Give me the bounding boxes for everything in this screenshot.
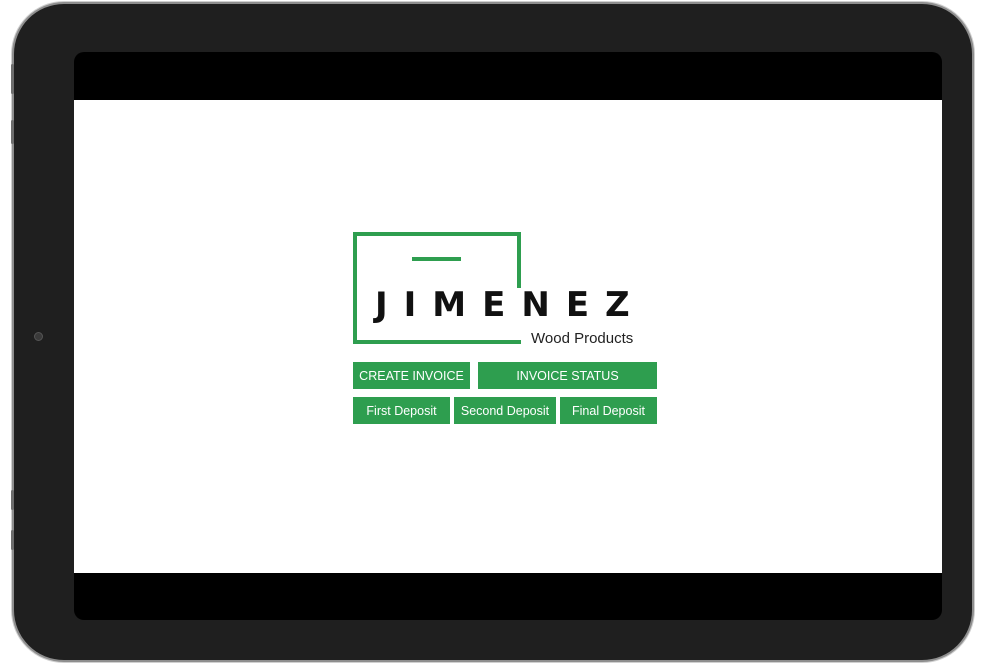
brand-tagline: Wood Products — [531, 330, 634, 347]
logo-frame-bottom — [353, 340, 521, 344]
invoice-status-button[interactable]: INVOICE STATUS — [478, 362, 657, 389]
app-home: JIMENEZ Wood Products CREATE INVOICE INV… — [74, 100, 942, 573]
tablet-device: JIMENEZ Wood Products CREATE INVOICE INV… — [14, 4, 972, 660]
company-logo: JIMENEZ Wood Products — [353, 232, 658, 350]
side-button-lower-1 — [11, 490, 14, 510]
volume-up-button — [11, 64, 14, 94]
volume-down-button — [11, 120, 14, 144]
logo-frame-accent — [412, 257, 461, 261]
side-button-lower-2 — [11, 530, 14, 550]
logo-frame-left — [353, 232, 357, 344]
second-deposit-button[interactable]: Second Deposit — [454, 397, 556, 424]
brand-name: JIMENEZ — [375, 285, 646, 325]
create-invoice-button[interactable]: CREATE INVOICE — [353, 362, 470, 389]
logo-frame-top — [353, 232, 521, 236]
final-deposit-button[interactable]: Final Deposit — [560, 397, 657, 424]
logo-frame-right — [517, 232, 521, 288]
front-camera — [34, 332, 43, 341]
tablet-screen: JIMENEZ Wood Products CREATE INVOICE INV… — [74, 52, 942, 620]
first-deposit-button[interactable]: First Deposit — [353, 397, 450, 424]
